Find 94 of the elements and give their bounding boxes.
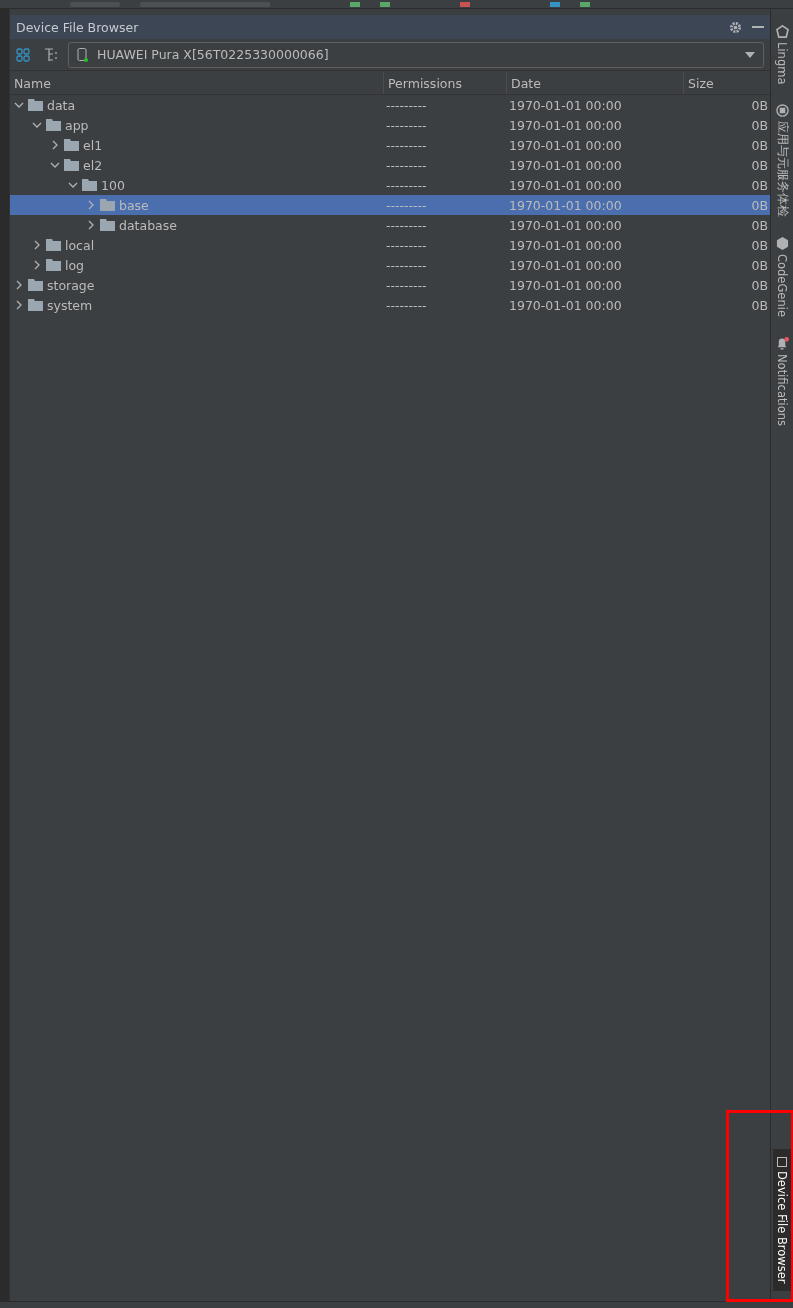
chevron-right-icon[interactable]	[32, 240, 42, 250]
settings-icon[interactable]	[729, 20, 742, 34]
dropdown-arrow-icon	[745, 51, 755, 58]
column-header[interactable]: Size	[684, 72, 770, 94]
column-header[interactable]: Date	[507, 72, 684, 94]
file-row[interactable]: el1 --------- 1970-01-01 00:00 0B	[10, 135, 770, 155]
file-row[interactable]: data --------- 1970-01-01 00:00 0B	[10, 95, 770, 115]
sidebar-tab[interactable]: Notifications	[775, 354, 789, 427]
permissions-text: ---------	[385, 277, 428, 293]
file-name: database	[119, 217, 177, 233]
date-text: 1970-01-01 00:00	[508, 197, 623, 213]
size-text: 0B	[750, 117, 769, 133]
chevron-right-icon[interactable]	[32, 260, 42, 270]
file-name: storage	[47, 277, 95, 293]
sidebar-tab[interactable]: CodeGenie	[775, 254, 789, 318]
date-text: 1970-01-01 00:00	[508, 97, 623, 113]
permissions-text: ---------	[385, 117, 428, 133]
folder-icon	[28, 279, 43, 291]
file-name: local	[65, 237, 95, 253]
file-row[interactable]: 100 --------- 1970-01-01 00:00 0B	[10, 175, 770, 195]
size-text: 0B	[750, 297, 769, 313]
grid-circle-icon[interactable]	[775, 104, 789, 118]
folder-icon	[28, 99, 43, 111]
file-name: log	[65, 257, 85, 273]
folder-icon	[64, 159, 79, 171]
device-dropdown[interactable]: HUAWEI Pura X[56T0225330000066]	[68, 41, 764, 68]
size-text: 0B	[750, 197, 769, 213]
sidebar-tab[interactable]: Device File Browser	[773, 1148, 791, 1291]
chevron-right-icon[interactable]	[14, 280, 24, 290]
file-row[interactable]: app --------- 1970-01-01 00:00 0B	[10, 115, 770, 135]
permissions-text: ---------	[385, 137, 428, 153]
permissions-text: ---------	[385, 157, 428, 173]
folder-icon	[64, 139, 79, 151]
column-header[interactable]: Name	[10, 72, 384, 94]
chevron-down-icon[interactable]	[32, 120, 42, 130]
device-icon[interactable]	[777, 1156, 787, 1167]
size-text: 0B	[750, 177, 769, 193]
bell-icon[interactable]	[775, 337, 789, 351]
chevron-right-icon[interactable]	[14, 300, 24, 310]
chevron-down-icon[interactable]	[50, 160, 60, 170]
file-name: el1	[83, 137, 103, 153]
date-text: 1970-01-01 00:00	[508, 177, 623, 193]
size-text: 0B	[750, 137, 769, 153]
file-name: el2	[83, 157, 103, 173]
file-row[interactable]: storage --------- 1970-01-01 00:00 0B	[10, 275, 770, 295]
chevron-down-icon[interactable]	[14, 100, 24, 110]
tree-view-icon[interactable]	[44, 47, 60, 62]
hexagon-icon[interactable]	[775, 237, 789, 251]
size-text: 0B	[750, 237, 769, 253]
date-text: 1970-01-01 00:00	[508, 117, 623, 133]
size-text: 0B	[750, 277, 769, 293]
sidebar-tab[interactable]: Lingma	[775, 42, 789, 85]
file-name: data	[47, 97, 76, 113]
sidebar-tab[interactable]: 应用与元服务体检	[774, 121, 790, 218]
grid-icon[interactable]	[16, 47, 30, 62]
permissions-text: ---------	[385, 297, 428, 313]
chevron-down-icon[interactable]	[68, 180, 78, 190]
panel-title: Device File Browser	[16, 19, 140, 35]
file-row[interactable]: local --------- 1970-01-01 00:00 0B	[10, 235, 770, 255]
folder-icon	[46, 259, 61, 271]
folder-icon	[82, 179, 97, 191]
permissions-text: ---------	[385, 97, 428, 113]
folder-icon	[100, 219, 115, 231]
permissions-text: ---------	[385, 257, 428, 273]
permissions-text: ---------	[385, 197, 428, 213]
file-name: base	[119, 197, 149, 213]
file-row[interactable]: log --------- 1970-01-01 00:00 0B	[10, 255, 770, 275]
date-text: 1970-01-01 00:00	[508, 257, 623, 273]
date-text: 1970-01-01 00:00	[508, 297, 623, 313]
permissions-text: ---------	[385, 237, 428, 253]
date-text: 1970-01-01 00:00	[508, 217, 623, 233]
folder-icon	[46, 239, 61, 251]
file-name: app	[65, 117, 89, 133]
file-row[interactable]: el2 --------- 1970-01-01 00:00 0B	[10, 155, 770, 175]
chevron-right-icon[interactable]	[50, 140, 60, 150]
date-text: 1970-01-01 00:00	[508, 277, 623, 293]
folder-icon	[28, 299, 43, 311]
size-text: 0B	[750, 157, 769, 173]
size-text: 0B	[750, 217, 769, 233]
date-text: 1970-01-01 00:00	[508, 137, 623, 153]
date-text: 1970-01-01 00:00	[508, 237, 623, 253]
file-row[interactable]: database --------- 1970-01-01 00:00 0B	[10, 215, 770, 235]
date-text: 1970-01-01 00:00	[508, 157, 623, 173]
chevron-right-icon[interactable]	[86, 220, 96, 230]
file-name: system	[47, 297, 93, 313]
file-row[interactable]: system --------- 1970-01-01 00:00 0B	[10, 295, 770, 315]
permissions-text: ---------	[385, 217, 428, 233]
size-text: 0B	[750, 97, 769, 113]
column-header[interactable]: Permissions	[384, 72, 507, 94]
permissions-text: ---------	[385, 177, 428, 193]
file-name: 100	[101, 177, 125, 193]
folder-icon	[46, 119, 61, 131]
size-text: 0B	[750, 257, 769, 273]
folder-icon	[100, 199, 115, 211]
